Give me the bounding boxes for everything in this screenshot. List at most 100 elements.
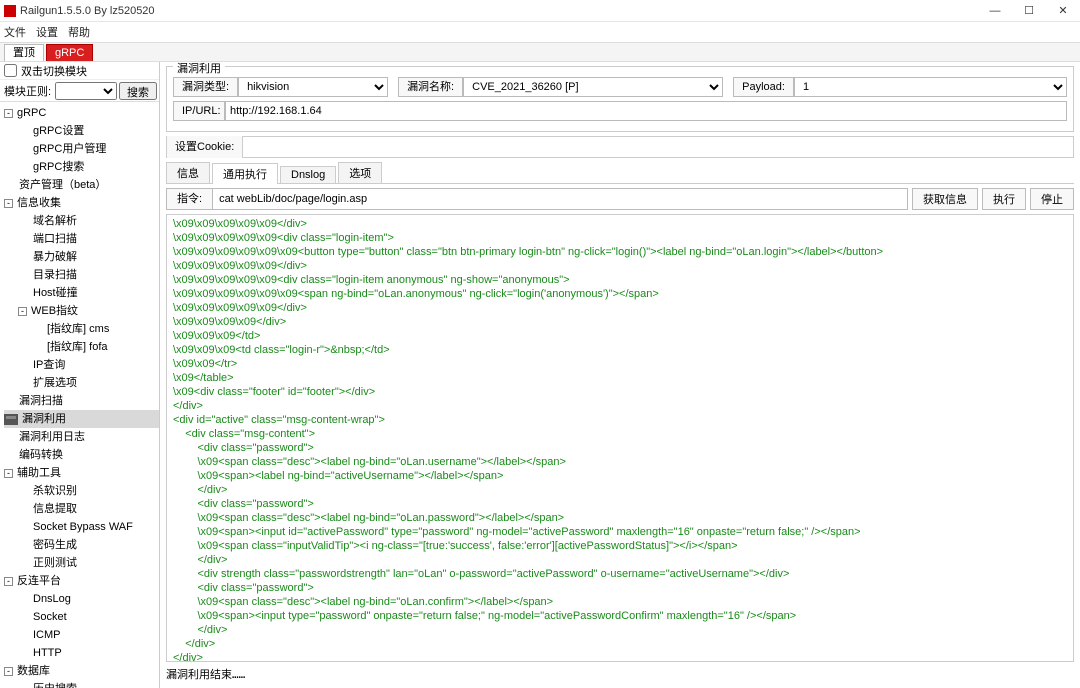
tree-label: 反连平台 <box>17 572 61 590</box>
exploit-group: 漏洞利用 漏洞类型: hikvision 漏洞名称: CVE_2021_3626… <box>166 66 1074 132</box>
minimize-button[interactable]: — <box>978 0 1012 22</box>
rule-search-button[interactable]: 搜索 <box>119 82 157 100</box>
tree-node[interactable]: IP查询 <box>4 356 159 374</box>
tree-node[interactable]: 编码转换 <box>4 446 159 464</box>
menu-help[interactable]: 帮助 <box>68 24 90 40</box>
tree-node[interactable]: [指纹库] fofa <box>4 338 159 356</box>
tree-node[interactable]: gRPC用户管理 <box>4 140 159 158</box>
tree-label: 域名解析 <box>33 212 77 230</box>
tree-node[interactable]: Socket <box>4 608 159 626</box>
tree-node[interactable]: -数据库 <box>4 662 159 680</box>
tree-node[interactable]: HTTP <box>4 644 159 662</box>
tree-label: 信息提取 <box>33 500 77 518</box>
stop-button[interactable]: 停止 <box>1030 188 1074 210</box>
url-row: IP/URL: <box>173 101 1067 121</box>
subtab-info[interactable]: 信息 <box>166 162 210 183</box>
top-tab-strip: 置顶 gRPC <box>0 42 1080 62</box>
tree-label: 扩展选项 <box>33 374 77 392</box>
menu-settings[interactable]: 设置 <box>36 24 58 40</box>
tree-node[interactable]: 端口扫描 <box>4 230 159 248</box>
tree-node[interactable]: -WEB指纹 <box>4 302 159 320</box>
tree-label: [指纹库] cms <box>47 320 109 338</box>
tree-label: ICMP <box>33 626 61 644</box>
close-button[interactable]: ✕ <box>1046 0 1080 22</box>
tree-label: 漏洞扫描 <box>19 392 63 410</box>
tree-node[interactable]: 杀软识别 <box>4 482 159 500</box>
group-title: 漏洞利用 <box>173 62 225 76</box>
tree-label: Socket <box>33 608 67 626</box>
vuln-name-select[interactable]: CVE_2021_36260 [P] <box>463 77 723 97</box>
tree-node[interactable]: -辅助工具 <box>4 464 159 482</box>
tree-label: HTTP <box>33 644 62 662</box>
tree-label: gRPC搜索 <box>33 158 84 176</box>
menu-file[interactable]: 文件 <box>4 24 26 40</box>
tree-label: gRPC用户管理 <box>33 140 106 158</box>
tree-label: 漏洞利用日志 <box>19 428 85 446</box>
tree-node[interactable]: [指纹库] cms <box>4 320 159 338</box>
tree-node[interactable]: -gRPC <box>4 104 159 122</box>
tree-node[interactable]: DnsLog <box>4 590 159 608</box>
tree-node[interactable]: 漏洞利用 <box>4 410 159 428</box>
sidebar: 双击切换模块 模块正则: 搜索 -gRPCgRPC设置gRPC用户管理gRPC搜… <box>0 62 160 688</box>
tree-node[interactable]: gRPC搜索 <box>4 158 159 176</box>
tree-label: gRPC设置 <box>33 122 84 140</box>
tree-node[interactable]: 目录扫描 <box>4 266 159 284</box>
payload-select[interactable]: 1 <box>794 77 1067 97</box>
status-bar: 漏洞利用结束…… <box>166 666 1074 684</box>
top-tab-pin[interactable]: 置顶 <box>4 44 44 61</box>
tree-node[interactable]: 密码生成 <box>4 536 159 554</box>
tree-node[interactable]: -信息收集 <box>4 194 159 212</box>
rule-select[interactable] <box>55 82 117 100</box>
tree-node[interactable]: 历史搜索 <box>4 680 159 688</box>
subtab-options[interactable]: 选项 <box>338 162 382 183</box>
vuln-type-label: 漏洞类型: <box>173 77 238 97</box>
command-input[interactable] <box>213 188 908 210</box>
titlebar: Railgun1.5.5.0 By lz520520 — ☐ ✕ <box>0 0 1080 22</box>
tree-label: [指纹库] fofa <box>47 338 108 356</box>
tree-node[interactable]: 资产管理（beta） <box>4 176 159 194</box>
tree-node[interactable]: gRPC设置 <box>4 122 159 140</box>
tree-node[interactable]: 暴力破解 <box>4 248 159 266</box>
maximize-button[interactable]: ☐ <box>1012 0 1046 22</box>
subtab-dnslog[interactable]: Dnslog <box>280 166 336 183</box>
toggle-checkbox[interactable] <box>4 64 17 77</box>
cookie-label: 设置Cookie: <box>167 136 243 158</box>
vuln-name-label: 漏洞名称: <box>398 77 463 97</box>
tree-node[interactable]: 域名解析 <box>4 212 159 230</box>
command-row: 指令: 获取信息 执行 停止 <box>166 188 1074 210</box>
tree-label: 漏洞利用 <box>22 410 66 428</box>
tree-label: 资产管理（beta） <box>19 176 106 194</box>
vuln-type-select[interactable]: hikvision <box>238 77 388 97</box>
tree-node[interactable]: 扩展选项 <box>4 374 159 392</box>
tree-node[interactable]: Socket Bypass WAF <box>4 518 159 536</box>
tree-node[interactable]: 信息提取 <box>4 500 159 518</box>
tree-label: 历史搜索 <box>33 680 77 688</box>
subtab-exec[interactable]: 通用执行 <box>212 163 278 184</box>
window-title: Railgun1.5.5.0 By lz520520 <box>20 5 978 17</box>
module-tree[interactable]: -gRPCgRPC设置gRPC用户管理gRPC搜索资产管理（beta）-信息收集… <box>0 102 159 688</box>
module-icon <box>4 414 18 425</box>
tree-label: WEB指纹 <box>31 302 78 320</box>
tree-node[interactable]: ICMP <box>4 626 159 644</box>
tree-label: 端口扫描 <box>33 230 77 248</box>
payload-label: Payload: <box>733 77 794 97</box>
sidebar-toggle-row: 双击切换模块 <box>0 62 159 80</box>
tree-node[interactable]: Host碰撞 <box>4 284 159 302</box>
tree-node[interactable]: 漏洞利用日志 <box>4 428 159 446</box>
tree-label: 正则测试 <box>33 554 77 572</box>
tree-node[interactable]: -反连平台 <box>4 572 159 590</box>
output-panel[interactable]: \x09\x09\x09\x09\x09</div>\x09\x09\x09\x… <box>166 214 1074 662</box>
top-tab-grpc[interactable]: gRPC <box>46 44 93 61</box>
tree-label: DnsLog <box>33 590 71 608</box>
tree-label: Socket Bypass WAF <box>33 518 133 536</box>
get-info-button[interactable]: 获取信息 <box>912 188 978 210</box>
tree-node[interactable]: 漏洞扫描 <box>4 392 159 410</box>
tree-label: gRPC <box>17 104 46 122</box>
tree-label: 辅助工具 <box>17 464 61 482</box>
cookie-input[interactable] <box>243 137 1073 157</box>
tree-label: 编码转换 <box>19 446 63 464</box>
url-input[interactable] <box>225 101 1067 121</box>
sidebar-rule-row: 模块正则: 搜索 <box>0 80 159 102</box>
tree-node[interactable]: 正则测试 <box>4 554 159 572</box>
execute-button[interactable]: 执行 <box>982 188 1026 210</box>
